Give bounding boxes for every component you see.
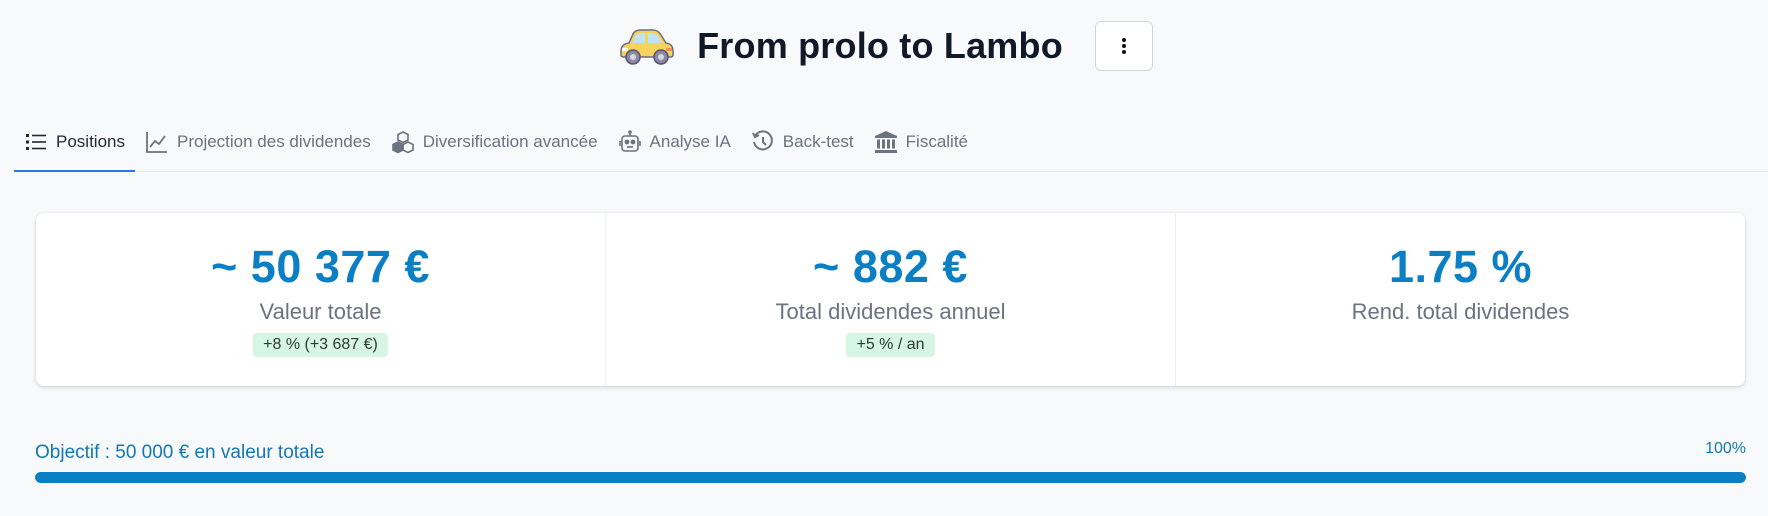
car-icon bbox=[620, 29, 674, 65]
bank-icon bbox=[874, 130, 897, 153]
goal-section: Objectif : 50 000 € en valeur totale 100… bbox=[35, 440, 1746, 483]
stat-value: ~ 882 € bbox=[813, 241, 968, 292]
stat-value: ~ 50 377 € bbox=[211, 241, 430, 292]
tab-positions[interactable]: Positions bbox=[14, 112, 135, 172]
tab-projection-dividendes[interactable]: Projection des dividendes bbox=[135, 112, 381, 171]
tab-label: Projection des dividendes bbox=[176, 131, 371, 151]
tab-analyse-ia[interactable]: Analyse IA bbox=[608, 112, 741, 171]
stat-card-valeur-totale: ~ 50 377 € Valeur totale +8 % (+3 687 €) bbox=[36, 213, 606, 386]
tab-label: Positions bbox=[56, 131, 125, 151]
stats-panel: ~ 50 377 € Valeur totale +8 % (+3 687 €)… bbox=[36, 213, 1745, 386]
tab-label: Back-test bbox=[782, 131, 854, 151]
page-title: From prolo to Lambo bbox=[697, 25, 1063, 66]
change-badge: +5 % / an bbox=[846, 333, 935, 357]
header: From prolo to Lambo bbox=[0, 20, 1768, 72]
stat-value: 1.75 % bbox=[1388, 241, 1533, 292]
stat-card-dividendes-annuel: ~ 882 € Total dividendes annuel +5 % / a… bbox=[606, 213, 1176, 386]
history-icon bbox=[751, 129, 773, 150]
stat-label: Valeur totale bbox=[259, 299, 382, 324]
tab-label: Fiscalité bbox=[905, 131, 969, 151]
stat-card-rendement: 1.75 % Rend. total dividendes bbox=[1176, 213, 1745, 386]
cubes-icon bbox=[391, 130, 414, 153]
more-options-button[interactable] bbox=[1094, 21, 1153, 71]
tab-label: Analyse IA bbox=[649, 131, 731, 151]
goal-progress-bar bbox=[35, 472, 1746, 483]
stat-label: Total dividendes annuel bbox=[775, 299, 1006, 324]
change-badge: +8 % (+3 687 €) bbox=[253, 333, 388, 357]
line-chart-icon bbox=[146, 131, 167, 153]
stat-label: Rend. total dividendes bbox=[1351, 299, 1570, 324]
goal-progress-fill bbox=[35, 472, 1746, 483]
goal-label: Objectif : 50 000 € en valeur totale bbox=[35, 442, 325, 463]
tab-back-test[interactable]: Back-test bbox=[741, 112, 864, 171]
tab-label: Diversification avancée bbox=[422, 131, 598, 151]
robot-icon bbox=[618, 129, 641, 152]
tab-diversification-avancee[interactable]: Diversification avancée bbox=[381, 112, 608, 171]
tab-bar: Positions Projection des dividendes Dive… bbox=[14, 112, 1768, 172]
goal-percent: 100% bbox=[1705, 440, 1746, 457]
vertical-dots-icon bbox=[1121, 38, 1126, 54]
tab-fiscalite[interactable]: Fiscalité bbox=[864, 112, 978, 171]
list-icon bbox=[26, 133, 46, 150]
